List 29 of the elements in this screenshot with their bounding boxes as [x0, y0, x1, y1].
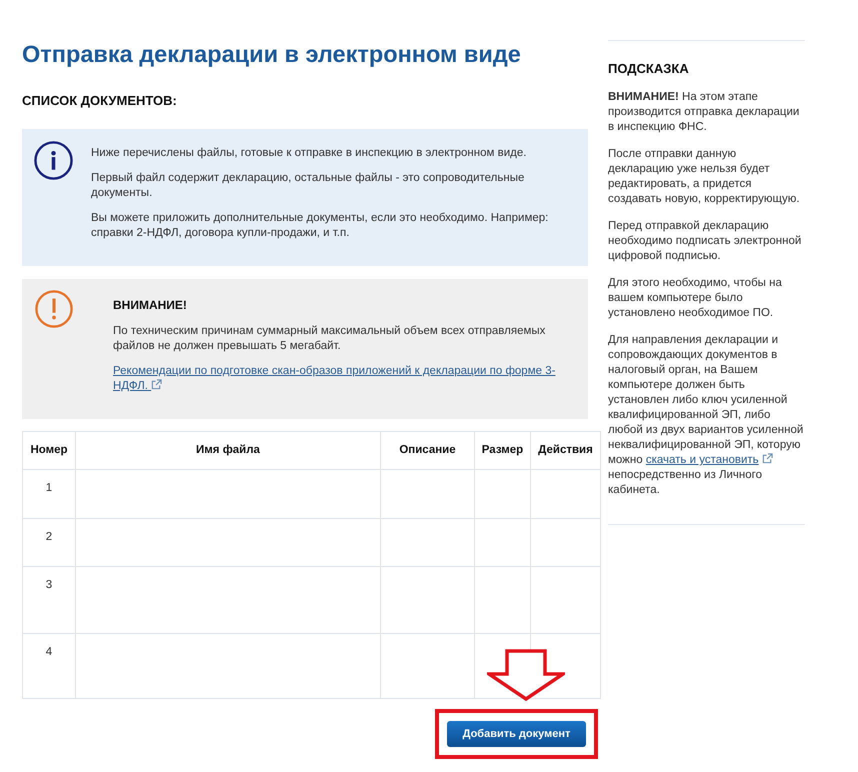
warning-text: По техническим причинам суммарный максимальный объем всех отправляемых файлов не должен превышать 5 мегабайт.	[113, 324, 546, 354]
column-header: Номер	[22, 432, 76, 470]
info-text: Ниже перечислены файлы, готовые к отправке в инспекцию в электронном виде.	[91, 146, 528, 161]
info-text: Первый файл содержит декларацию, остальные файлы - это сопроводительные документы.	[91, 171, 526, 201]
page-title: Отправка декларации в электронном виде	[22, 40, 521, 69]
row-number: 2	[46, 531, 52, 543]
hint-paragraph: Для направления декларации и сопровождающих документов в налоговый орган, на Вашем компьютере должен быть установлен либо ключ усиленной квалифицированной ЭП, либо любой из двух вариантов усиленной неквалифицированной ЭП, которую можно скачать и установить непосредственно из Личного кабинета.	[608, 333, 804, 498]
section-heading: СПИСОК ДОКУМЕНТОВ:	[22, 92, 177, 110]
info-text: Вы можете приложить дополнительные документы, если это необходимо. Например: справки 2-НДФЛ, договора купли-продажи, и т.п.	[91, 211, 550, 241]
hint-paragraph: После отправки данную декларацию уже нельзя будет редактировать, а придется создавать новую, корректирующую.	[608, 147, 801, 207]
hint-paragraph: Перед отправкой декларацию необходимо подписать электронной цифровой подписью.	[608, 219, 802, 264]
row-number: 3	[46, 579, 52, 591]
warning-icon	[35, 290, 73, 328]
info-icon	[34, 141, 73, 180]
column-header: Действия	[530, 432, 600, 470]
column-header: Описание	[380, 432, 474, 470]
add-document-button[interactable]: Добавить документ	[447, 721, 586, 748]
hint-paragraph: Для этого необходимо, чтобы на вашем компьютере было установлено необходимое ПО.	[608, 276, 783, 321]
external-link-icon	[151, 379, 162, 390]
column-header: Размер	[474, 432, 530, 470]
hint-paragraph: ВНИМАНИЕ! На этом этапе производится отправка декларации в инспекцию ФНС.	[608, 90, 800, 135]
row-number: 4	[46, 646, 52, 658]
warning-heading: ВНИМАНИЕ!	[113, 297, 188, 313]
row-number: 1	[46, 482, 52, 494]
external-link-icon	[762, 453, 773, 464]
column-header: Имя файла	[76, 432, 380, 470]
hint-heading: ПОДСКАЗКА	[608, 60, 689, 78]
download-link[interactable]: скачать и установить	[646, 454, 759, 466]
recommendations-link[interactable]: Рекомендации по подготовке скан-образов приложений к декларации по форме 3-НДФЛ.	[113, 364, 568, 394]
